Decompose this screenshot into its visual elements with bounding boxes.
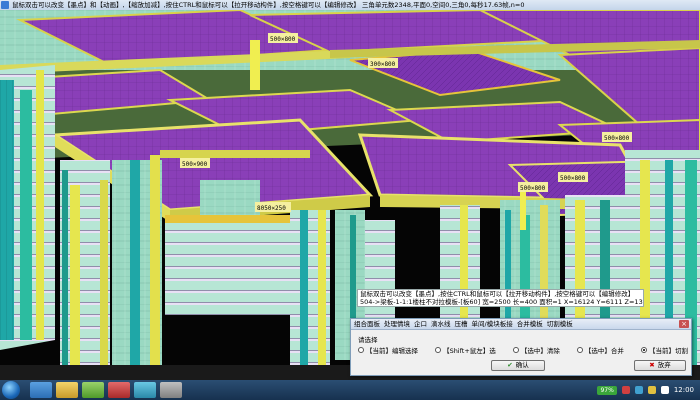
taskbar-app-explorer-icon[interactable] (56, 382, 78, 398)
option-label: 【选中】清除 (520, 347, 560, 355)
dimension-label: 500×900 (182, 161, 208, 168)
start-button[interactable] (2, 381, 20, 399)
tab-cut-panel[interactable]: 切割模板 (547, 319, 573, 329)
radio-selected-icon[interactable] (640, 347, 647, 353)
option-edit-selection[interactable]: 【当前】编辑选择 (358, 345, 418, 355)
window-title: 鼠标双击可以改变【墨点】和【动画】,【缩放加减】,按住CTRL和鼠标可以【拉开移… (12, 1, 525, 9)
tab-module-joint[interactable]: 单间/模块板接 (472, 319, 513, 329)
selection-dialog: 组合面板 处理情境 企口 滴水线 压槽 单间/模块板接 合并模板 切割模板 × … (350, 318, 692, 376)
cancel-label: 放弃 (657, 361, 671, 369)
check-icon: ✔ (507, 361, 513, 369)
option-cut-current[interactable]: 【当前】切割 (640, 345, 688, 355)
option-group: 【当前】编辑选择 【Shift+鼠左】选 【选中】清除 【选中】合并 【当前】切… (358, 345, 688, 355)
confirm-label: 确认 (515, 361, 529, 369)
clock[interactable]: 12:00 (674, 386, 694, 394)
command-line: 504->梁板-1-1:1楼柱不对拉模板-[板60] 宽=2500 长=400 … (360, 298, 643, 306)
tray-app-icon[interactable] (621, 386, 630, 394)
option-clear-selected[interactable]: 【选中】清除 (512, 345, 560, 355)
tab-drip-line[interactable]: 滴水线 (431, 319, 451, 329)
taskbar-app-icon[interactable] (108, 382, 130, 398)
dialog-title-bar: 组合面板 处理情境 企口 滴水线 压槽 单间/模块板接 合并模板 切割模板 × (351, 319, 691, 330)
command-output: 鼠标双击可以改变【墨点】,按住CTRL和鼠标可以【拉开移动构件】,按空格键可以【… (357, 289, 644, 307)
tab-merge-panel[interactable]: 合并模板 (517, 319, 543, 329)
option-label: 【当前】编辑选择 (366, 347, 418, 355)
radio-icon[interactable] (435, 347, 442, 353)
tray-app-icon[interactable] (647, 386, 656, 394)
dimension-label: 500×800 (270, 36, 296, 43)
app-icon (1, 1, 9, 9)
cancel-button[interactable]: ✖ 放弃 (634, 360, 686, 371)
option-label: 【当前】切割 (648, 347, 688, 355)
dialog-tabs: 组合面板 处理情境 企口 滴水线 压槽 单间/模块板接 合并模板 切割模板 (354, 319, 573, 329)
dimension-label: 300×800 (370, 61, 396, 68)
dimension-label: 500×800 (520, 185, 546, 192)
dimension-label: 500×800 (560, 175, 586, 182)
dimension-label: 8050×250 (257, 205, 286, 212)
option-merge-selected[interactable]: 【选中】合并 (576, 345, 624, 355)
taskbar-app-ie-icon[interactable] (30, 382, 52, 398)
option-label: 【选中】合并 (584, 347, 624, 355)
close-icon[interactable]: × (679, 320, 689, 328)
command-line: 鼠标双击可以改变【墨点】,按住CTRL和鼠标可以【拉开移动构件】,按空格键可以【… (360, 290, 635, 298)
tab-combine-panel[interactable]: 组合面板 (354, 319, 380, 329)
tray-app-icon[interactable] (634, 386, 643, 394)
dimension-label: 500×800 (604, 135, 630, 142)
tab-groove[interactable]: 压槽 (455, 319, 468, 329)
volume-icon[interactable] (660, 386, 669, 394)
option-label: 【Shift+鼠左】选 (443, 347, 496, 355)
radio-icon[interactable] (512, 347, 519, 353)
cpu-meter[interactable]: 97% (597, 385, 617, 395)
taskbar-app-icon[interactable] (160, 382, 182, 398)
tab-tongue[interactable]: 企口 (414, 319, 427, 329)
system-tray: 97% 12:00 (597, 380, 700, 400)
dialog-prompt: 请选择 (358, 336, 378, 344)
taskbar-app-icon[interactable] (134, 382, 156, 398)
taskbar: 97% 12:00 (0, 380, 700, 400)
taskbar-app-media-icon[interactable] (82, 382, 104, 398)
cancel-icon: ✖ (649, 361, 655, 369)
radio-icon[interactable] (358, 347, 364, 353)
confirm-button[interactable]: ✔ 确认 (491, 360, 545, 371)
tab-processing[interactable]: 处理情境 (384, 319, 410, 329)
radio-icon[interactable] (576, 347, 583, 353)
option-shift-select[interactable]: 【Shift+鼠左】选 (435, 345, 496, 355)
